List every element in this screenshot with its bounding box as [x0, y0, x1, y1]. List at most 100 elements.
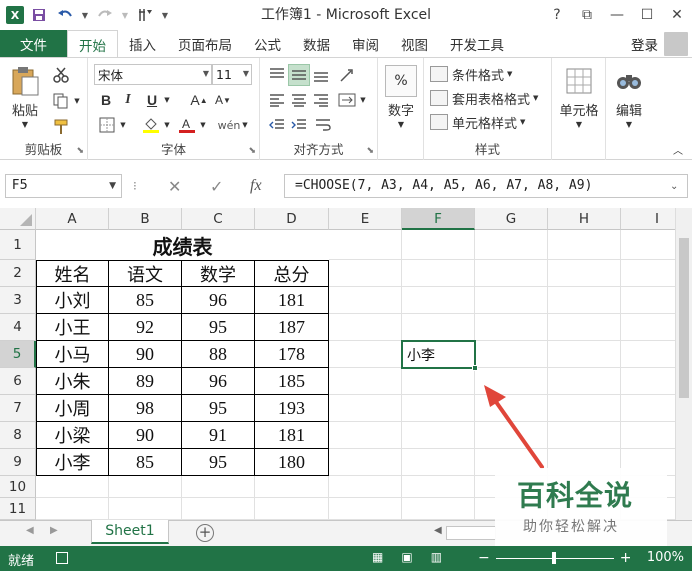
cell[interactable]: [548, 422, 621, 449]
number-dropdown-icon[interactable]: ▼: [394, 118, 408, 130]
table-cell[interactable]: 小梁: [36, 422, 109, 449]
macro-record-icon[interactable]: [56, 552, 68, 564]
copy-dropdown-icon[interactable]: ▼: [72, 94, 82, 108]
row-header-2[interactable]: 2: [0, 260, 36, 287]
cell[interactable]: [402, 449, 475, 476]
column-header-h[interactable]: H: [548, 208, 621, 230]
cell[interactable]: [475, 341, 548, 368]
clipboard-dialog-launcher-icon[interactable]: ⬊: [76, 146, 84, 156]
table-cell[interactable]: 92: [109, 314, 182, 341]
avatar[interactable]: [664, 31, 688, 56]
find-icon[interactable]: [612, 64, 646, 98]
cell[interactable]: [329, 422, 402, 449]
ribbon-display-icon[interactable]: ⧉: [572, 0, 602, 30]
collapse-ribbon-icon[interactable]: ︿: [670, 142, 686, 157]
vertical-scrollbar-thumb[interactable]: [679, 238, 689, 398]
column-header-e[interactable]: E: [329, 208, 402, 230]
wrap-text-icon[interactable]: [312, 114, 334, 136]
cell[interactable]: [402, 498, 475, 520]
tab-formulas[interactable]: 公式: [243, 30, 292, 57]
row-header-1[interactable]: 1: [0, 230, 36, 260]
format-painter-icon[interactable]: [50, 116, 72, 138]
cell[interactable]: [329, 368, 402, 395]
cell[interactable]: [402, 476, 475, 498]
align-left-icon[interactable]: [266, 89, 288, 111]
grow-font-button[interactable]: A ▲: [188, 89, 210, 111]
fill-color-icon[interactable]: [140, 114, 162, 136]
table-cell[interactable]: 96: [182, 368, 255, 395]
table-cell[interactable]: 小朱: [36, 368, 109, 395]
cell-styles-button[interactable]: 单元格样式 ▼: [430, 112, 550, 132]
table-cell[interactable]: 181: [255, 287, 329, 314]
cell[interactable]: [329, 476, 402, 498]
column-header-a[interactable]: A: [36, 208, 109, 230]
row-header-9[interactable]: 9: [0, 449, 36, 476]
cell[interactable]: [255, 476, 329, 498]
number-format-icon[interactable]: %: [384, 64, 418, 98]
row-header-7[interactable]: 7: [0, 395, 36, 422]
row-header-5[interactable]: 5: [0, 341, 36, 368]
font-size-combo[interactable]: 11 ▼: [212, 64, 252, 85]
page-break-view-icon[interactable]: ▥: [431, 550, 442, 564]
tab-insert[interactable]: 插入: [118, 30, 167, 57]
minimize-icon[interactable]: —: [602, 0, 632, 30]
orientation-icon[interactable]: [336, 64, 358, 86]
table-cell[interactable]: 187: [255, 314, 329, 341]
save-icon[interactable]: [28, 4, 50, 26]
table-cell[interactable]: 85: [109, 287, 182, 314]
table-cell[interactable]: 95: [182, 449, 255, 476]
undo-dropdown-icon[interactable]: ▼: [80, 4, 90, 26]
table-cell[interactable]: 193: [255, 395, 329, 422]
borders-icon[interactable]: [96, 114, 118, 136]
select-all-corner[interactable]: [0, 208, 36, 230]
cell[interactable]: [475, 260, 548, 287]
row-header-3[interactable]: 3: [0, 287, 36, 314]
format-as-table-button[interactable]: 套用表格格式 ▼: [430, 88, 552, 108]
cell[interactable]: [475, 230, 548, 260]
alignment-dialog-launcher-icon[interactable]: ⬊: [366, 146, 374, 156]
login-area[interactable]: 登录: [631, 30, 692, 57]
formula-bar-handle-icon[interactable]: ⁝: [133, 174, 137, 198]
cell[interactable]: [402, 260, 475, 287]
align-middle-icon[interactable]: [288, 64, 310, 86]
horizontal-scrollbar[interactable]: [446, 526, 496, 540]
row-header-6[interactable]: 6: [0, 368, 36, 395]
page-layout-view-icon[interactable]: ▣: [401, 550, 412, 564]
cells-icon[interactable]: [562, 64, 596, 98]
align-bottom-icon[interactable]: [310, 64, 332, 86]
redo-icon[interactable]: [94, 4, 116, 26]
row-header-4[interactable]: 4: [0, 314, 36, 341]
cell[interactable]: [329, 260, 402, 287]
cell[interactable]: [548, 287, 621, 314]
hscroll-left-icon[interactable]: ◀: [434, 525, 442, 536]
cell[interactable]: [255, 498, 329, 520]
table-cell[interactable]: 180: [255, 449, 329, 476]
zoom-in-icon[interactable]: +: [620, 550, 632, 566]
cell[interactable]: [402, 314, 475, 341]
cell[interactable]: [182, 476, 255, 498]
cell[interactable]: [109, 476, 182, 498]
editing-button[interactable]: 编辑: [606, 100, 652, 119]
editing-dropdown-icon[interactable]: ▼: [622, 118, 636, 130]
row-header-10[interactable]: 10: [0, 476, 36, 498]
underline-button[interactable]: U: [142, 89, 162, 111]
cell[interactable]: [329, 287, 402, 314]
column-header-g[interactable]: G: [475, 208, 548, 230]
cell[interactable]: [548, 341, 621, 368]
paste-button[interactable]: 粘贴: [6, 100, 44, 119]
table-cell[interactable]: 90: [109, 341, 182, 368]
table-cell[interactable]: 181: [255, 422, 329, 449]
table-header-cell[interactable]: 数学: [182, 260, 255, 287]
table-cell[interactable]: 小周: [36, 395, 109, 422]
number-button[interactable]: 数字: [378, 100, 424, 119]
vertical-scrollbar[interactable]: [675, 208, 692, 520]
table-cell[interactable]: 95: [182, 395, 255, 422]
table-cell[interactable]: 95: [182, 314, 255, 341]
font-color-dropdown-icon[interactable]: ▼: [198, 118, 208, 132]
italic-button[interactable]: I: [118, 89, 138, 111]
cell[interactable]: [548, 314, 621, 341]
table-header-cell[interactable]: 总分: [255, 260, 329, 287]
font-size-dropdown-icon[interactable]: ▼: [243, 69, 249, 78]
cell[interactable]: [329, 314, 402, 341]
row-header-11[interactable]: 11: [0, 498, 36, 520]
